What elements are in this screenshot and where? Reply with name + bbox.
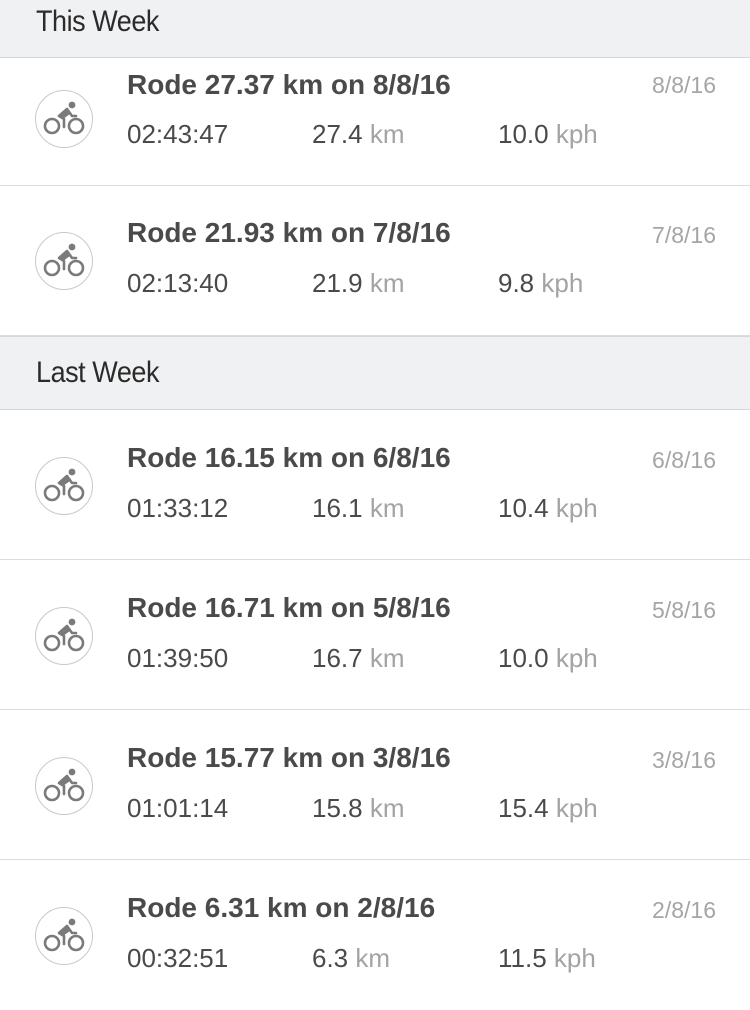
distance-value: 6.3 [312, 943, 349, 973]
activity-distance: 6.3 km [312, 943, 390, 974]
activity-distance: 16.1 km [312, 493, 405, 524]
section-header-last-week: Last Week [0, 336, 750, 410]
cycling-icon [35, 457, 93, 515]
activity-title: Rode 6.31 km on 2/8/16 [127, 892, 436, 923]
activity-duration: 01:01:14 [127, 793, 229, 823]
activity-title: Rode 16.15 km on 6/8/16 [127, 442, 451, 473]
speed-value: 9.8 [498, 268, 535, 298]
activity-speed: 15.4 kph [498, 793, 598, 824]
distance-unit: km [369, 793, 405, 823]
activity-speed: 11.5 kph [498, 943, 596, 974]
cycling-icon [35, 607, 93, 665]
activity-speed: 10.0 kph [498, 643, 598, 674]
cycling-icon [35, 90, 93, 148]
activity-distance: 27.4 km [312, 119, 405, 150]
speed-value: 10.0 [498, 643, 549, 673]
distance-value: 27.4 [312, 119, 363, 149]
section-title: Last Week [36, 356, 160, 389]
cycling-icon [35, 757, 93, 815]
activity-title: Rode 27.37 km on 8/8/16 [127, 69, 451, 100]
activity-date: 7/8/16 [652, 222, 716, 248]
distance-unit: km [369, 643, 405, 673]
speed-value: 10.4 [498, 493, 549, 523]
activity-date: 3/8/16 [652, 747, 716, 773]
distance-unit: km [355, 943, 391, 973]
speed-unit: kph [555, 493, 598, 523]
activity-date: 6/8/16 [652, 447, 716, 473]
activity-title: Rode 21.93 km on 7/8/16 [127, 217, 451, 248]
activity-date: 5/8/16 [652, 597, 716, 623]
speed-unit: kph [555, 793, 598, 823]
activity-distance: 16.7 km [312, 643, 405, 674]
activity-duration: 01:39:50 [127, 643, 229, 673]
activity-row[interactable]: Rode 16.15 km on 6/8/16 6/8/16 01:33:12 … [0, 410, 750, 560]
speed-unit: kph [555, 119, 598, 149]
distance-value: 15.8 [312, 793, 363, 823]
activity-distance: 21.9 km [312, 268, 405, 299]
activity-row[interactable]: Rode 27.37 km on 8/8/16 8/8/16 02:43:47 … [0, 58, 750, 186]
distance-unit: km [369, 119, 405, 149]
activity-duration: 01:33:12 [127, 493, 229, 523]
cycling-icon [35, 232, 93, 290]
speed-unit: kph [541, 268, 584, 298]
activity-duration: 00:32:51 [127, 943, 229, 973]
activity-row[interactable]: Rode 21.93 km on 7/8/16 7/8/16 02:13:40 … [0, 186, 750, 336]
activity-speed: 10.4 kph [498, 493, 598, 524]
speed-value: 10.0 [498, 119, 549, 149]
cycling-icon [35, 907, 93, 965]
activity-duration: 02:43:47 [127, 119, 229, 149]
activity-speed: 10.0 kph [498, 119, 598, 150]
activity-duration: 02:13:40 [127, 268, 229, 298]
speed-value: 15.4 [498, 793, 549, 823]
activity-row[interactable]: Rode 15.77 km on 3/8/16 3/8/16 01:01:14 … [0, 710, 750, 860]
speed-value: 11.5 [498, 943, 547, 973]
activity-date: 2/8/16 [652, 897, 716, 923]
distance-value: 21.9 [312, 268, 363, 298]
activity-date: 8/8/16 [652, 72, 716, 98]
distance-value: 16.1 [312, 493, 363, 523]
distance-value: 16.7 [312, 643, 363, 673]
section-title: This Week [36, 5, 159, 38]
speed-unit: kph [553, 943, 596, 973]
activity-title: Rode 15.77 km on 3/8/16 [127, 742, 451, 773]
activity-distance: 15.8 km [312, 793, 405, 824]
distance-unit: km [369, 268, 405, 298]
activity-title: Rode 16.71 km on 5/8/16 [127, 592, 451, 623]
section-header-this-week: This Week [0, 0, 750, 58]
activity-speed: 9.8 kph [498, 268, 583, 299]
distance-unit: km [369, 493, 405, 523]
speed-unit: kph [555, 643, 598, 673]
activity-row[interactable]: Rode 16.71 km on 5/8/16 5/8/16 01:39:50 … [0, 560, 750, 710]
activity-row[interactable]: Rode 6.31 km on 2/8/16 2/8/16 00:32:51 6… [0, 860, 750, 1010]
